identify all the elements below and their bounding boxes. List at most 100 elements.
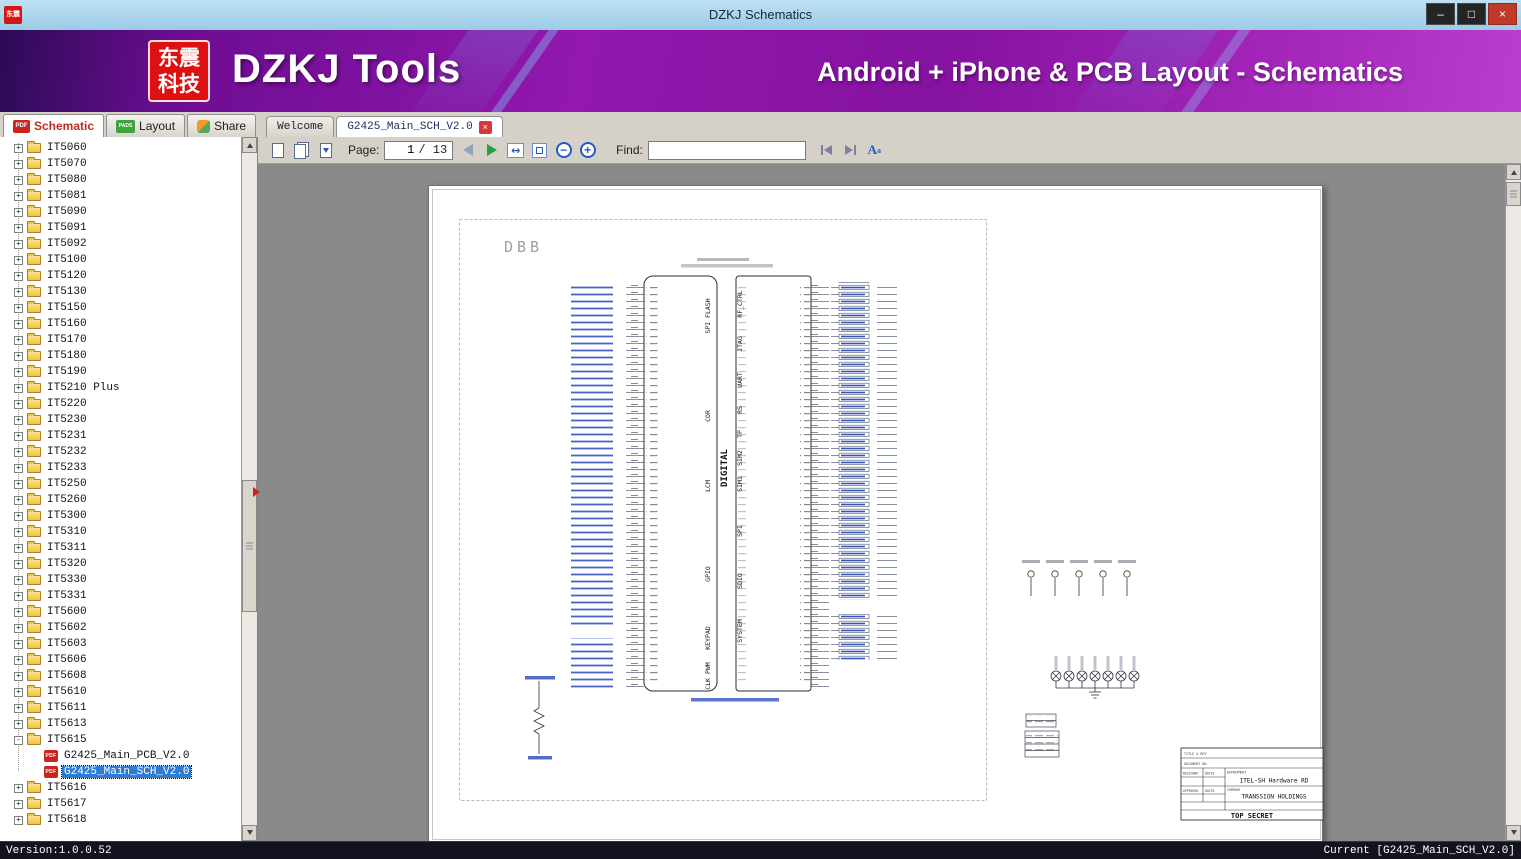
expand-toggle-icon[interactable]: - bbox=[14, 735, 23, 745]
tree-item[interactable]: + IT5310 bbox=[0, 524, 241, 540]
tree-item-label[interactable]: IT5190 bbox=[45, 366, 89, 378]
tree-item-label[interactable]: IT5310 bbox=[45, 526, 89, 538]
tree-item[interactable]: + IT5606 bbox=[0, 652, 241, 668]
tree-item[interactable]: + IT5330 bbox=[0, 572, 241, 588]
tree-item[interactable]: + IT5260 bbox=[0, 492, 241, 508]
expand-toggle-icon[interactable]: + bbox=[14, 287, 23, 297]
expand-toggle-icon[interactable]: + bbox=[14, 719, 23, 729]
tree-item-label[interactable]: IT5611 bbox=[45, 702, 89, 714]
expand-toggle-icon[interactable]: + bbox=[14, 351, 23, 361]
expand-toggle-icon[interactable]: + bbox=[14, 399, 23, 409]
tree-item[interactable]: + IT5618 bbox=[0, 812, 241, 828]
tree-item-label[interactable]: IT5100 bbox=[45, 254, 89, 266]
tree-item[interactable]: - IT5615 bbox=[0, 732, 241, 748]
expand-toggle-icon[interactable]: + bbox=[14, 431, 23, 441]
expand-toggle-icon[interactable]: + bbox=[14, 559, 23, 569]
expand-toggle-icon[interactable]: + bbox=[14, 207, 23, 217]
sidebar-collapse-arrow[interactable] bbox=[253, 487, 260, 497]
expand-toggle-icon[interactable]: + bbox=[14, 447, 23, 457]
font-size-icon[interactable]: a bbox=[865, 141, 884, 160]
tree-item[interactable]: + IT5617 bbox=[0, 796, 241, 812]
tree-item-label[interactable]: IT5603 bbox=[45, 638, 89, 650]
tree-item[interactable]: + IT5602 bbox=[0, 620, 241, 636]
expand-toggle-icon[interactable]: + bbox=[14, 223, 23, 233]
expand-toggle-icon[interactable]: + bbox=[14, 591, 23, 601]
tree-item[interactable]: + IT5300 bbox=[0, 508, 241, 524]
tree-item-label[interactable]: IT5233 bbox=[45, 462, 89, 474]
tree-item[interactable]: + IT5611 bbox=[0, 700, 241, 716]
tree-item[interactable]: + IT5190 bbox=[0, 364, 241, 380]
tree-item-label[interactable]: G2425_Main_SCH_V2.0 bbox=[60, 765, 193, 779]
zoom-in-icon[interactable]: + bbox=[578, 141, 597, 160]
expand-toggle-icon[interactable]: + bbox=[14, 175, 23, 185]
tree-item[interactable]: + IT5250 bbox=[0, 476, 241, 492]
two-page-view-icon[interactable] bbox=[292, 141, 311, 160]
tree-item[interactable]: + IT5081 bbox=[0, 188, 241, 204]
expand-toggle-icon[interactable]: + bbox=[14, 383, 23, 393]
tree-item[interactable]: + IT5331 bbox=[0, 588, 241, 604]
single-page-view-icon[interactable] bbox=[268, 141, 287, 160]
tree-item[interactable]: + IT5608 bbox=[0, 668, 241, 684]
tree-item-label[interactable]: IT5130 bbox=[45, 286, 89, 298]
tree-item[interactable]: + IT5210 Plus bbox=[0, 380, 241, 396]
tree-item-label[interactable]: IT5613 bbox=[45, 718, 89, 730]
expand-toggle-icon[interactable]: + bbox=[14, 575, 23, 585]
expand-toggle-icon[interactable]: + bbox=[14, 623, 23, 633]
expand-toggle-icon[interactable]: + bbox=[14, 687, 23, 697]
tree-item[interactable]: + IT5603 bbox=[0, 636, 241, 652]
tree-item-label[interactable]: IT5300 bbox=[45, 510, 89, 522]
tab-share[interactable]: Share bbox=[187, 114, 257, 137]
scroll-up-icon[interactable] bbox=[1506, 164, 1521, 180]
expand-toggle-icon[interactable]: + bbox=[14, 415, 23, 425]
tree-item[interactable]: + IT5320 bbox=[0, 556, 241, 572]
close-button[interactable]: × bbox=[1488, 3, 1517, 25]
tree-item[interactable]: + IT5231 bbox=[0, 428, 241, 444]
tree-item-label[interactable]: IT5615 bbox=[45, 734, 89, 746]
tree-item[interactable]: + IT5170 bbox=[0, 332, 241, 348]
tree-item-label[interactable]: IT5602 bbox=[45, 622, 89, 634]
tree-item-label[interactable]: IT5617 bbox=[45, 798, 89, 810]
expand-toggle-icon[interactable]: + bbox=[14, 303, 23, 313]
viewer-scrollbar[interactable] bbox=[1505, 164, 1521, 841]
tree-item-label[interactable]: IT5311 bbox=[45, 542, 89, 554]
tree-item-label[interactable]: IT5250 bbox=[45, 478, 89, 490]
scrollbar-thumb[interactable] bbox=[1506, 182, 1521, 206]
doc-tab-active[interactable]: G2425_Main_SCH_V2.0 × bbox=[336, 116, 503, 137]
tree-item[interactable]: + IT5610 bbox=[0, 684, 241, 700]
tree-item-label[interactable]: IT5260 bbox=[45, 494, 89, 506]
tree-item-label[interactable]: IT5232 bbox=[45, 446, 89, 458]
expand-toggle-icon[interactable]: + bbox=[14, 527, 23, 537]
tree-item-label[interactable]: IT5070 bbox=[45, 158, 89, 170]
zoom-out-icon[interactable]: − bbox=[554, 141, 573, 160]
tree-item-label[interactable]: IT5231 bbox=[45, 430, 89, 442]
scroll-up-icon[interactable] bbox=[242, 137, 257, 153]
tree-item-label[interactable]: IT5606 bbox=[45, 654, 89, 666]
expand-toggle-icon[interactable]: + bbox=[14, 479, 23, 489]
tree-item-label[interactable]: IT5616 bbox=[45, 782, 89, 794]
expand-toggle-icon[interactable]: + bbox=[14, 655, 23, 665]
tree-item-label[interactable]: IT5150 bbox=[45, 302, 89, 314]
expand-toggle-icon[interactable]: + bbox=[14, 783, 23, 793]
tree-item-label[interactable]: IT5320 bbox=[45, 558, 89, 570]
tree-item[interactable]: + IT5091 bbox=[0, 220, 241, 236]
tree-item[interactable]: + IT5070 bbox=[0, 156, 241, 172]
tree-item[interactable]: + IT5600 bbox=[0, 604, 241, 620]
tree-item[interactable]: + IT5311 bbox=[0, 540, 241, 556]
tree-item[interactable]: + IT5060 bbox=[0, 140, 241, 156]
tree-item[interactable]: + IT5130 bbox=[0, 284, 241, 300]
expand-toggle-icon[interactable]: + bbox=[14, 607, 23, 617]
expand-toggle-icon[interactable]: + bbox=[14, 271, 23, 281]
scrollbar-thumb[interactable] bbox=[242, 480, 257, 612]
tree-item-label[interactable]: IT5331 bbox=[45, 590, 89, 602]
expand-toggle-icon[interactable]: + bbox=[14, 511, 23, 521]
next-page-icon[interactable] bbox=[482, 141, 501, 160]
tree-item-label[interactable]: IT5210 Plus bbox=[45, 382, 122, 394]
expand-toggle-icon[interactable]: + bbox=[14, 255, 23, 265]
tree-item[interactable]: G2425_Main_PCB_V2.0 bbox=[0, 748, 241, 764]
tab-layout[interactable]: PADS Layout bbox=[106, 114, 186, 137]
page-number-input[interactable] bbox=[390, 142, 417, 158]
tree-item[interactable]: + IT5616 bbox=[0, 780, 241, 796]
doc-tab-welcome[interactable]: Welcome bbox=[266, 116, 335, 137]
expand-toggle-icon[interactable]: + bbox=[14, 335, 23, 345]
prev-page-icon[interactable] bbox=[458, 141, 477, 160]
